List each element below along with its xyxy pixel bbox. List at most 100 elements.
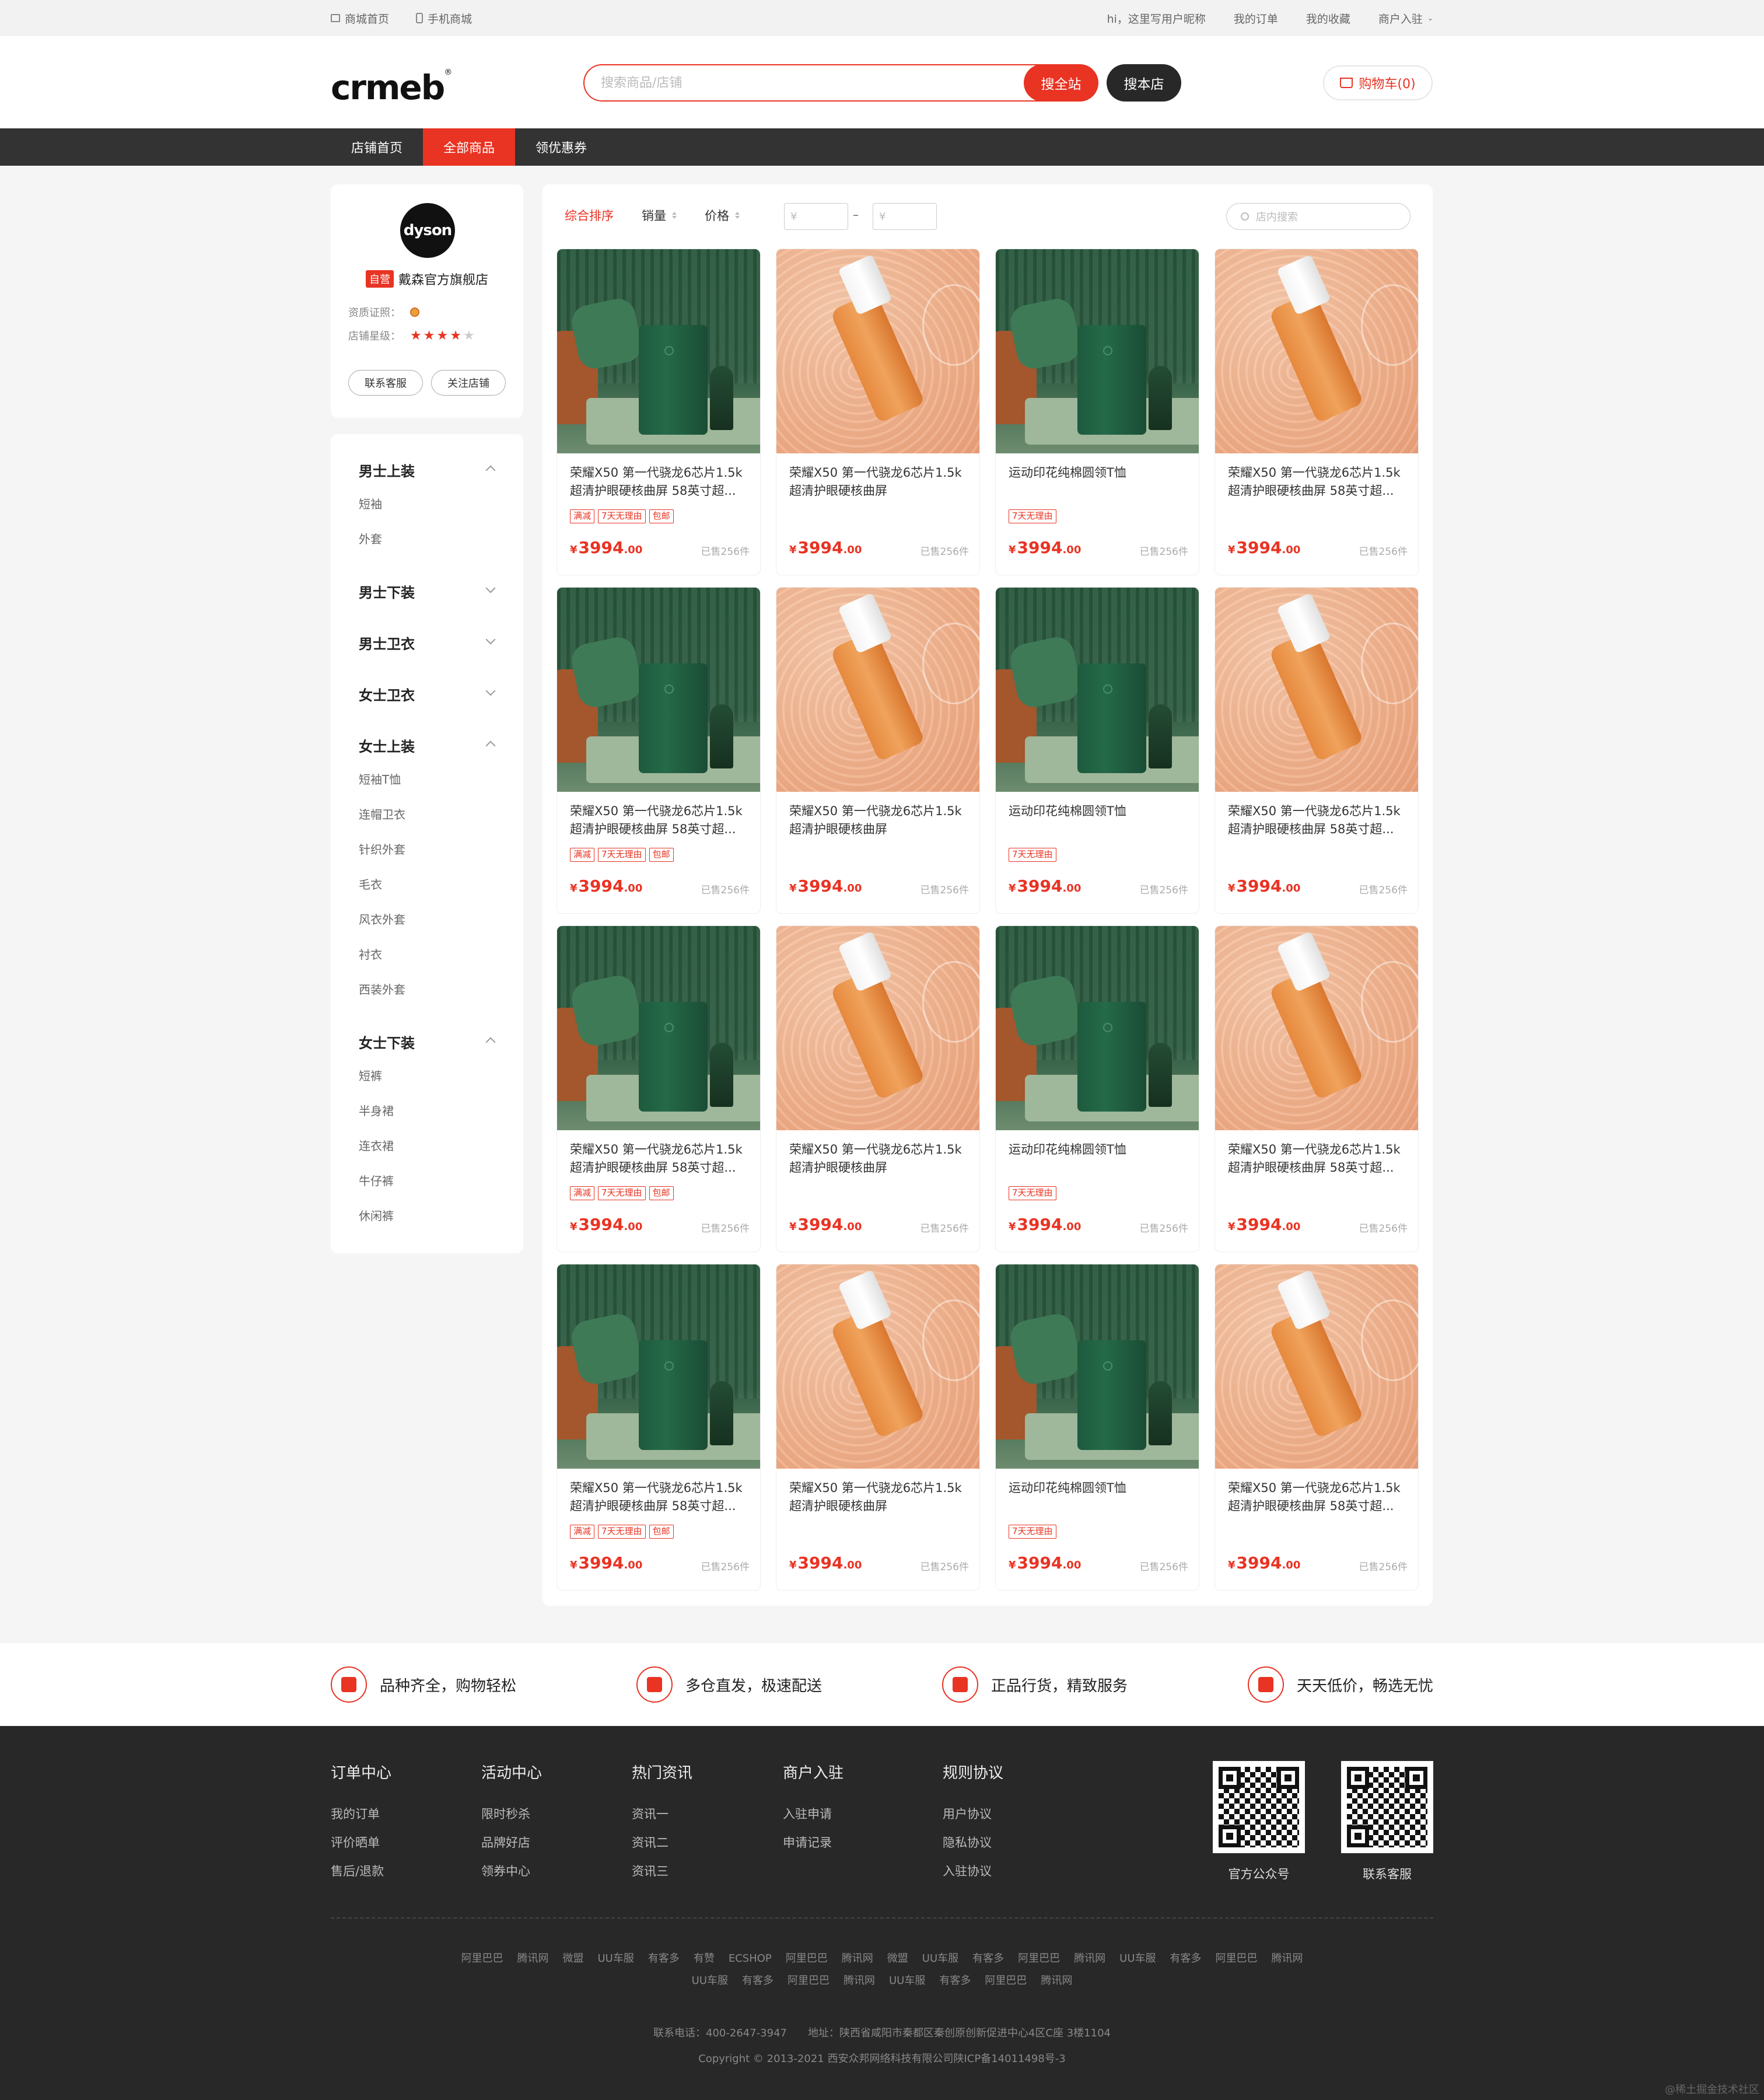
tab-all-products[interactable]: 全部商品 (423, 128, 516, 166)
friend-link[interactable]: 阿里巴巴 (1018, 1952, 1060, 1965)
product-card-body[interactable]: 荣耀X50 第一代骁龙6芯片1.5k超清护眼硬核曲屏 ¥3994.00 已售256件 (776, 1264, 980, 1591)
category-heading[interactable]: 女士卫衣 (359, 684, 415, 704)
friend-link[interactable]: 腾讯网 (1074, 1952, 1105, 1965)
product-image[interactable] (1215, 1264, 1418, 1469)
footer-link[interactable]: 品牌好店 (481, 1829, 542, 1857)
product-image[interactable] (776, 249, 979, 453)
mall-home-link[interactable]: 商城首页 (331, 11, 389, 26)
category-item[interactable]: 短裤 (359, 1067, 382, 1084)
product-name[interactable]: 荣耀X50 第一代骁龙6芯片1.5k超清护眼硬核曲屏 (789, 464, 970, 500)
my-orders-link[interactable]: 我的订单 (1234, 11, 1278, 26)
product-card[interactable]: 荣耀X50 第一代骁龙6芯片1.5k超清护眼硬核曲屏 58英寸超... ¥3994… (1214, 1264, 1419, 1591)
chevron-up-icon[interactable] (485, 740, 496, 751)
product-card[interactable]: 荣耀X50 第一代骁龙6芯片1.5k超清护眼硬核曲屏 58英寸超... 满减 7天无… (556, 249, 761, 575)
product-card-body[interactable]: 荣耀X50 第一代骁龙6芯片1.5k超清护眼硬核曲屏 58英寸超... 满减 7天无… (556, 587, 761, 914)
product-name[interactable]: 荣耀X50 第一代骁龙6芯片1.5k超清护眼硬核曲屏 58英寸超... (1228, 464, 1409, 500)
product-image[interactable] (557, 588, 760, 792)
footer-link[interactable]: 售后/退款 (331, 1857, 391, 1886)
tab-coupons[interactable]: 领优惠券 (515, 128, 607, 166)
min-price-input[interactable]: ¥ (784, 203, 848, 230)
search-site-button[interactable]: 搜全站 (1024, 64, 1098, 102)
footer-link[interactable]: 入驻协议 (943, 1857, 1003, 1886)
friend-link[interactable]: 有客多 (939, 1975, 971, 1987)
product-name[interactable]: 运动印花纯棉圆领T恤 (1009, 1479, 1189, 1515)
category-item[interactable]: 连帽卫衣 (359, 805, 405, 822)
footer-link[interactable]: 隐私协议 (943, 1829, 1003, 1857)
product-card[interactable]: 荣耀X50 第一代骁龙6芯片1.5k超清护眼硬核曲屏 58英寸超... 满减 7天无… (556, 587, 761, 914)
chevron-down-icon[interactable] (485, 686, 496, 696)
product-image[interactable] (1215, 249, 1418, 453)
product-card-body[interactable]: 荣耀X50 第一代骁龙6芯片1.5k超清护眼硬核曲屏 58英寸超... ¥3994… (1214, 249, 1419, 575)
product-name[interactable]: 荣耀X50 第一代骁龙6芯片1.5k超清护眼硬核曲屏 (789, 802, 970, 838)
category-item[interactable]: 短袖T恤 (359, 770, 401, 787)
category-item[interactable]: 休闲裤 (359, 1207, 394, 1224)
chevron-up-icon[interactable] (485, 1037, 496, 1047)
category-item[interactable]: 西装外套 (359, 980, 405, 997)
category-item[interactable]: 针织外套 (359, 840, 405, 857)
product-card[interactable]: 荣耀X50 第一代骁龙6芯片1.5k超清护眼硬核曲屏 ¥3994.00 已售256件 (776, 587, 980, 914)
category-item[interactable]: 牛仔裤 (359, 1172, 394, 1189)
friend-link[interactable]: 腾讯网 (1272, 1952, 1303, 1965)
tab-store-home[interactable]: 店铺首页 (331, 128, 423, 166)
category-item[interactable]: 半身裙 (359, 1102, 394, 1119)
product-card-body[interactable]: 荣耀X50 第一代骁龙6芯片1.5k超清护眼硬核曲屏 ¥3994.00 已售256件 (776, 249, 980, 575)
product-card-body[interactable]: 荣耀X50 第一代骁龙6芯片1.5k超清护眼硬核曲屏 ¥3994.00 已售256件 (776, 587, 980, 914)
product-image[interactable] (776, 1264, 979, 1469)
product-card-body[interactable]: 运动印花纯棉圆领T恤 7天无理由 ¥3994.00 已售256件 (995, 249, 1199, 575)
chevron-down-icon[interactable] (485, 634, 496, 645)
friend-link[interactable]: 阿里巴巴 (1216, 1952, 1258, 1965)
search-store-button[interactable]: 搜本店 (1107, 64, 1181, 102)
category-heading[interactable]: 女士上装 (359, 735, 415, 756)
friend-link[interactable]: UU车服 (597, 1952, 634, 1965)
product-card[interactable]: 运动印花纯棉圆领T恤 7天无理由 ¥3994.00 已售256件 (995, 925, 1199, 1252)
friend-link[interactable]: 腾讯网 (517, 1952, 548, 1965)
friend-link[interactable]: 阿里巴巴 (985, 1975, 1027, 1987)
footer-link[interactable]: 我的订单 (331, 1800, 391, 1829)
footer-link[interactable]: 资讯三 (632, 1857, 692, 1886)
footer-link[interactable]: 入驻申请 (783, 1800, 844, 1829)
category-item[interactable]: 短袖 (359, 495, 382, 512)
product-image[interactable] (557, 249, 760, 453)
product-card[interactable]: 运动印花纯棉圆领T恤 7天无理由 ¥3994.00 已售256件 (995, 587, 1199, 914)
product-card[interactable]: 荣耀X50 第一代骁龙6芯片1.5k超清护眼硬核曲屏 ¥3994.00 已售256件 (776, 1264, 980, 1591)
sort-sales[interactable]: 销量 (642, 207, 677, 224)
product-image[interactable] (1215, 926, 1418, 1130)
product-card[interactable]: 荣耀X50 第一代骁龙6芯片1.5k超清护眼硬核曲屏 ¥3994.00 已售256件 (776, 925, 980, 1252)
footer-link[interactable]: 评价晒单 (331, 1829, 391, 1857)
footer-link[interactable]: 资讯一 (632, 1800, 692, 1829)
product-card[interactable]: 荣耀X50 第一代骁龙6芯片1.5k超清护眼硬核曲屏 ¥3994.00 已售256件 (776, 249, 980, 575)
friend-link[interactable]: ECSHOP (729, 1952, 772, 1965)
product-image[interactable] (557, 1264, 760, 1469)
product-name[interactable]: 运动印花纯棉圆领T恤 (1009, 1141, 1189, 1177)
product-name[interactable]: 荣耀X50 第一代骁龙6芯片1.5k超清护眼硬核曲屏 58英寸超... (570, 464, 751, 500)
product-card-body[interactable]: 荣耀X50 第一代骁龙6芯片1.5k超清护眼硬核曲屏 58英寸超... 满减 7天无… (556, 925, 761, 1252)
friend-link[interactable]: UU车服 (922, 1952, 958, 1965)
site-logo[interactable]: crmeb® (331, 68, 452, 107)
product-card[interactable]: 荣耀X50 第一代骁龙6芯片1.5k超清护眼硬核曲屏 58英寸超... ¥3994… (1214, 587, 1419, 914)
product-card[interactable]: 荣耀X50 第一代骁龙6芯片1.5k超清护眼硬核曲屏 58英寸超... ¥3994… (1214, 249, 1419, 575)
search-input[interactable] (601, 74, 998, 92)
category-heading[interactable]: 男士上装 (359, 460, 415, 480)
footer-link[interactable]: 用户协议 (943, 1800, 1003, 1829)
category-heading[interactable]: 男士下装 (359, 581, 415, 602)
user-greeting[interactable]: hi，这里写用户昵称 (1107, 11, 1206, 26)
footer-link[interactable]: 限时秒杀 (481, 1800, 542, 1829)
friend-link[interactable]: 腾讯网 (1041, 1975, 1072, 1987)
product-name[interactable]: 荣耀X50 第一代骁龙6芯片1.5k超清护眼硬核曲屏 58英寸超... (1228, 802, 1409, 838)
category-item[interactable]: 毛衣 (359, 875, 382, 892)
friend-link[interactable]: 有客多 (648, 1952, 680, 1965)
product-name[interactable]: 荣耀X50 第一代骁龙6芯片1.5k超清护眼硬核曲屏 58英寸超... (570, 1479, 751, 1515)
in-shop-search-input[interactable]: 店内搜索 (1226, 203, 1410, 230)
product-name[interactable]: 荣耀X50 第一代骁龙6芯片1.5k超清护眼硬核曲屏 58英寸超... (1228, 1141, 1409, 1177)
product-name[interactable]: 荣耀X50 第一代骁龙6芯片1.5k超清护眼硬核曲屏 58英寸超... (1228, 1479, 1409, 1515)
product-image[interactable] (776, 926, 979, 1130)
product-card-body[interactable]: 荣耀X50 第一代骁龙6芯片1.5k超清护眼硬核曲屏 58英寸超... 满减 7天无… (556, 1264, 761, 1591)
category-heading[interactable]: 男士卫衣 (359, 633, 415, 653)
product-image[interactable] (996, 249, 1199, 453)
category-heading[interactable]: 女士下装 (359, 1032, 415, 1052)
friend-link[interactable]: UU车服 (692, 1975, 728, 1987)
product-card-body[interactable]: 荣耀X50 第一代骁龙6芯片1.5k超清护眼硬核曲屏 58英寸超... ¥3994… (1214, 587, 1419, 914)
footer-link[interactable]: 领券中心 (481, 1857, 542, 1886)
product-name[interactable]: 荣耀X50 第一代骁龙6芯片1.5k超清护眼硬核曲屏 58英寸超... (570, 1141, 751, 1177)
product-name[interactable]: 运动印花纯棉圆领T恤 (1009, 802, 1189, 838)
